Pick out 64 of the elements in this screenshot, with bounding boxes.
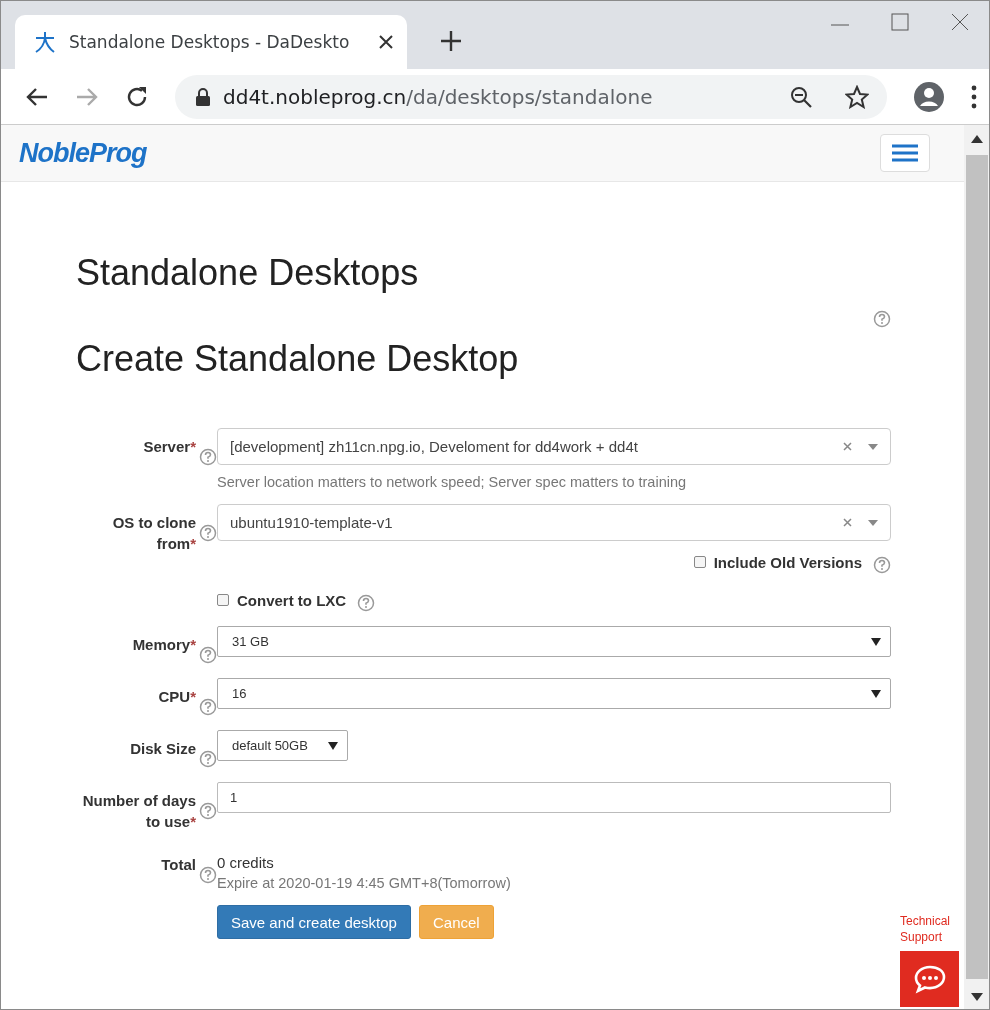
menu-icon[interactable]: [971, 84, 977, 109]
close-icon[interactable]: [951, 13, 969, 31]
help-icon[interactable]: [199, 448, 217, 466]
checkbox-label: Convert to LXC: [237, 591, 347, 609]
input-field[interactable]: 1: [217, 782, 891, 813]
help-icon[interactable]: [199, 750, 217, 768]
field-label: Memory*: [132, 635, 196, 655]
lock-icon: [195, 87, 211, 106]
maximize-icon[interactable]: [891, 13, 909, 31]
scrollbar-thumb[interactable]: [965, 155, 988, 979]
field-label: Total: [161, 855, 196, 875]
menu-icon: [892, 144, 918, 162]
star-icon[interactable]: [845, 84, 869, 109]
page-title: Standalone Desktops: [76, 252, 420, 294]
field-label: Disk Size: [130, 739, 196, 759]
caret-icon: [868, 519, 878, 526]
reload-icon[interactable]: [125, 84, 149, 109]
help-icon[interactable]: [357, 594, 376, 612]
save-button[interactable]: Save and create desktop: [217, 905, 411, 939]
favicon-icon: [33, 30, 57, 54]
new-tab-icon[interactable]: [441, 31, 461, 51]
checkbox[interactable]: [693, 556, 706, 568]
help-text: Server location matters to network speed; Server spec matters to training: [217, 474, 688, 490]
scroll-up-icon[interactable]: [970, 135, 983, 143]
checkbox-label: Include Old Versions: [713, 553, 862, 571]
help-icon[interactable]: [199, 866, 217, 884]
close-icon[interactable]: [379, 35, 393, 49]
field-label: CPU*: [158, 687, 196, 707]
url-path: /da/desktops/standalone: [406, 84, 653, 109]
credits-text: 0 credits: [217, 853, 275, 871]
help-icon[interactable]: [199, 524, 217, 542]
select-field[interactable]: default 50GB: [217, 730, 348, 761]
help-icon[interactable]: [199, 698, 217, 716]
select-field[interactable]: [development] zh11cn.npg.io, Develoment for dd4work + dd4t: [217, 428, 891, 465]
profile-icon[interactable]: [913, 80, 945, 113]
browser-tab[interactable]: Standalone Desktops - DaDeskto: [15, 15, 407, 69]
menu-button[interactable]: [880, 134, 930, 172]
field-label: Number of days to use*: [81, 791, 196, 832]
scroll-down-icon[interactable]: [970, 993, 983, 1001]
help-icon[interactable]: [873, 310, 891, 328]
caret-icon: [327, 740, 339, 751]
clear-icon[interactable]: [843, 518, 852, 527]
help-icon[interactable]: [873, 556, 891, 574]
chat-button[interactable]: [900, 951, 959, 1007]
url-host: dd4t.nobleprog.cn: [223, 84, 407, 109]
help-icon[interactable]: [199, 646, 217, 664]
expiry-text: Expire at 2020-01-19 4:45 GMT+8(Tomorrow): [217, 875, 512, 891]
tab-title: Standalone Desktops - DaDeskto: [69, 32, 351, 52]
select-field[interactable]: 16: [217, 678, 891, 709]
field-label: Server*: [143, 437, 196, 457]
checkbox[interactable]: [217, 594, 229, 606]
clear-icon[interactable]: [843, 442, 852, 451]
brand-logo[interactable]: NobleProg: [19, 137, 147, 169]
support-label: Technical Support: [900, 913, 952, 945]
caret-icon: [868, 443, 878, 450]
select-field[interactable]: ubuntu1910-template-v1: [217, 504, 891, 541]
caret-icon: [870, 636, 882, 647]
select-field[interactable]: 31 GB: [217, 626, 891, 657]
form-title: Create Standalone Desktop: [76, 338, 520, 380]
chat-icon: [912, 964, 947, 994]
caret-icon: [870, 688, 882, 699]
field-label: OS to clone from*: [111, 513, 196, 554]
help-icon[interactable]: [199, 802, 217, 820]
zoom-out-icon[interactable]: [789, 84, 813, 109]
